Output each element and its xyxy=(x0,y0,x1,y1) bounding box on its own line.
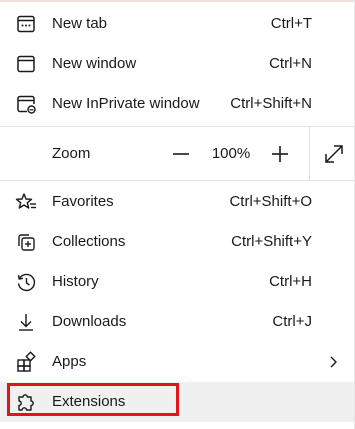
zoom-out-button[interactable] xyxy=(167,140,195,168)
plus-icon xyxy=(272,146,288,162)
chevron-right-icon xyxy=(328,355,340,369)
menu-item-label: Collections xyxy=(52,233,126,250)
zoom-in-button[interactable] xyxy=(266,140,294,168)
menu-divider xyxy=(0,180,354,181)
new-tab-icon xyxy=(15,13,37,35)
browser-settings-menu: New tab Ctrl+T New window Ctrl+N New InP… xyxy=(0,0,355,429)
star-list-icon xyxy=(15,191,37,213)
menu-item-collections[interactable]: Collections Ctrl+Shift+Y xyxy=(0,222,354,262)
shortcut-text: Ctrl+H xyxy=(269,273,312,290)
menu-divider xyxy=(0,126,354,127)
fullscreen-icon xyxy=(325,145,343,163)
collections-icon xyxy=(15,231,37,253)
apps-icon xyxy=(15,351,37,373)
zoom-separator xyxy=(309,126,310,180)
history-icon xyxy=(15,271,37,293)
menu-item-label: Downloads xyxy=(52,313,127,330)
shortcut-text: Ctrl+N xyxy=(269,55,312,72)
menu-item-label: Extensions xyxy=(52,393,126,410)
menu-item-label: New tab xyxy=(52,15,108,32)
zoom-label: Zoom xyxy=(52,145,91,162)
menu-item-label: Apps xyxy=(52,353,87,370)
fullscreen-button[interactable] xyxy=(320,140,348,168)
menu-item-label: History xyxy=(52,273,99,290)
minus-icon xyxy=(173,153,189,155)
menu-item-label: Favorites xyxy=(52,193,114,210)
zoom-row: Zoom 100% xyxy=(0,128,354,180)
menu-item-label: New InPrivate window xyxy=(52,95,200,112)
menu-item-downloads[interactable]: Downloads Ctrl+J xyxy=(0,302,354,342)
menu-item-new-tab[interactable]: New tab Ctrl+T xyxy=(0,4,354,44)
inprivate-window-icon xyxy=(15,93,37,115)
download-icon xyxy=(15,311,37,333)
menu-item-favorites[interactable]: Favorites Ctrl+Shift+O xyxy=(0,182,354,222)
menu-item-new-window[interactable]: New window Ctrl+N xyxy=(0,44,354,84)
menu-item-new-inprivate-window[interactable]: New InPrivate window Ctrl+Shift+N xyxy=(0,84,354,124)
menu-item-extensions[interactable]: Extensions xyxy=(0,382,354,422)
shortcut-text: Ctrl+T xyxy=(270,15,312,32)
menu-item-history[interactable]: History Ctrl+H xyxy=(0,262,354,302)
menu-item-apps[interactable]: Apps xyxy=(0,342,354,382)
new-window-icon xyxy=(15,53,37,75)
shortcut-text: Ctrl+J xyxy=(272,313,312,330)
shortcut-text: Ctrl+Shift+Y xyxy=(231,233,312,250)
menu-top-edge xyxy=(0,0,355,2)
zoom-level-value: 100% xyxy=(211,145,251,162)
menu-item-label: New window xyxy=(52,55,137,72)
puzzle-icon xyxy=(15,391,37,413)
shortcut-text: Ctrl+Shift+O xyxy=(229,193,312,210)
shortcut-text: Ctrl+Shift+N xyxy=(230,95,312,112)
